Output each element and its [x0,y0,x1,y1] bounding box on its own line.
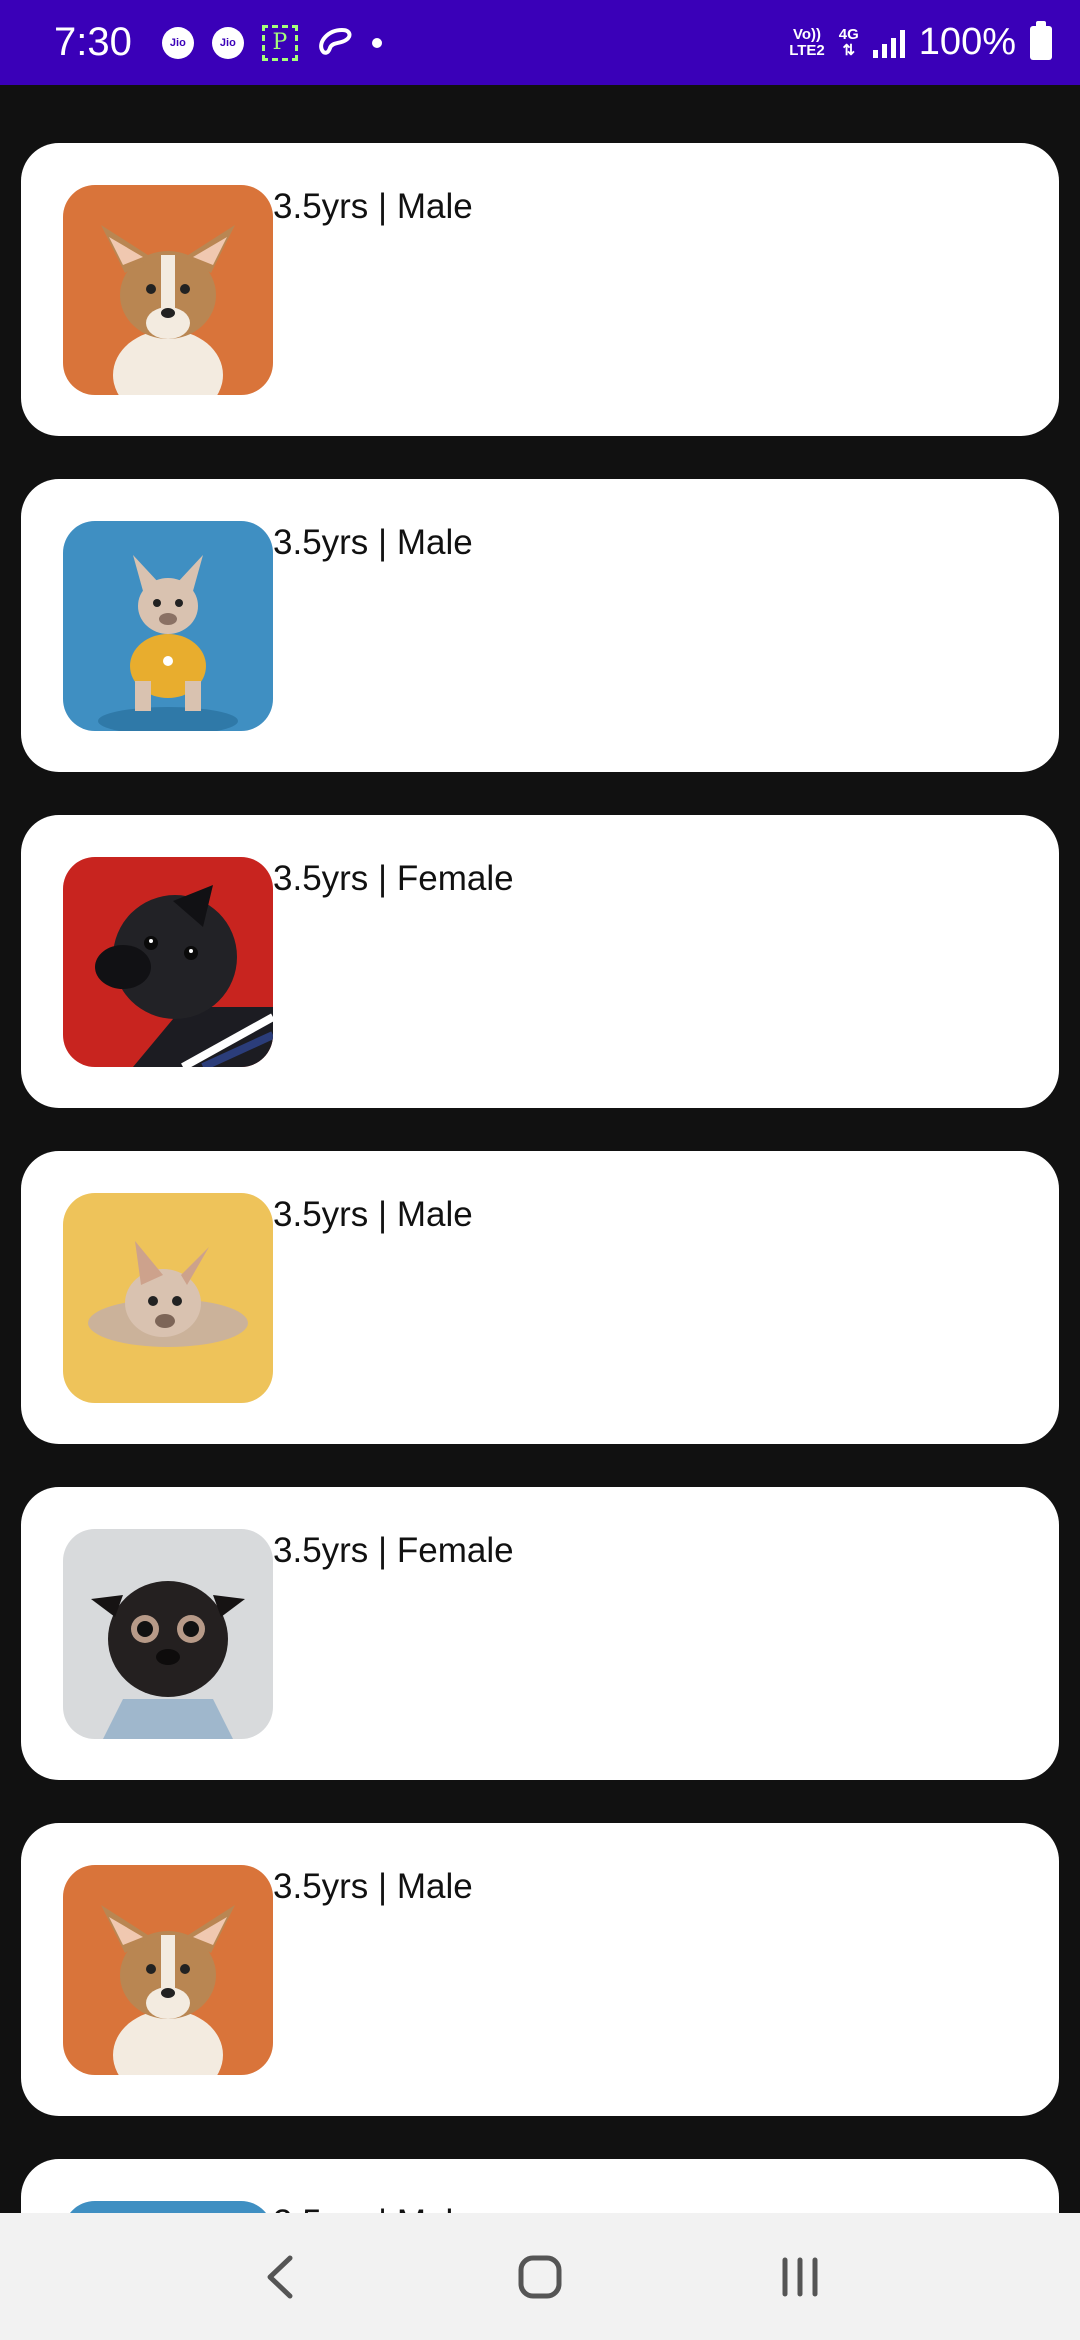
jio-icon: Jio [161,26,194,59]
data-arrows-icon: ⇅ [842,41,856,59]
pet-image [63,521,273,731]
lte-label: LTE2 [789,41,825,59]
pet-card[interactable]: 3.5yrs | Male [21,1823,1059,2116]
pet-card[interactable]: 3.5yrs | Female [21,815,1059,1108]
status-notification-icons: Jio Jio P [161,24,382,61]
pet-image [63,185,273,395]
status-bar: 7:30 Jio Jio P Vo)) LTE2 4G ⇅ 100% [0,0,1080,85]
pet-image [63,857,273,1067]
battery-icon [1030,20,1052,60]
signal-icon [872,28,905,58]
home-button[interactable] [500,2237,580,2317]
dot-icon [371,37,382,48]
battery-percent: 100% [918,21,1016,63]
pet-info-label: 3.5yrs | Female [273,1531,514,1570]
volte-label: Vo)) [792,25,822,43]
pet-list[interactable]: 3.5yrs | Male 3.5yrs | Male 3.5yrs | Fem… [0,85,1080,2213]
pet-image [63,1529,273,1739]
pet-image [63,2201,273,2213]
data-indicator: 4G ⇅ [838,25,859,59]
volte-indicator: Vo)) LTE2 [789,25,825,59]
pet-card[interactable]: 3.5yrs | Male [21,2159,1059,2213]
pet-image [63,1193,273,1403]
recents-icon [782,2257,818,2296]
home-icon [518,2255,562,2298]
status-time: 7:30 [54,20,132,64]
pet-card[interactable]: 3.5yrs | Male [21,143,1059,436]
pet-info-label: 3.5yrs | Male [273,187,473,226]
back-icon [267,2255,293,2298]
status-system-icons: Vo)) LTE2 4G ⇅ 100% [789,20,1052,64]
recents-button[interactable] [760,2237,840,2317]
navigation-bar [0,2213,1080,2340]
pet-info-label: 3.5yrs | Male [273,523,473,562]
airtel-icon [316,24,354,61]
pet-image [63,1865,273,2075]
pet-info-label: 3.5yrs | Male [273,2203,473,2213]
jio-icon: Jio [211,26,244,59]
pet-info-label: 3.5yrs | Male [273,1195,473,1234]
pet-info-label: 3.5yrs | Female [273,859,514,898]
pet-card[interactable]: 3.5yrs | Female [21,1487,1059,1780]
screenshot-icon: P [261,24,298,61]
network-type-label: 4G [838,25,859,43]
back-button[interactable] [240,2237,320,2317]
pet-card[interactable]: 3.5yrs | Male [21,479,1059,772]
pet-info-label: 3.5yrs | Male [273,1867,473,1906]
pet-card[interactable]: 3.5yrs | Male [21,1151,1059,1444]
